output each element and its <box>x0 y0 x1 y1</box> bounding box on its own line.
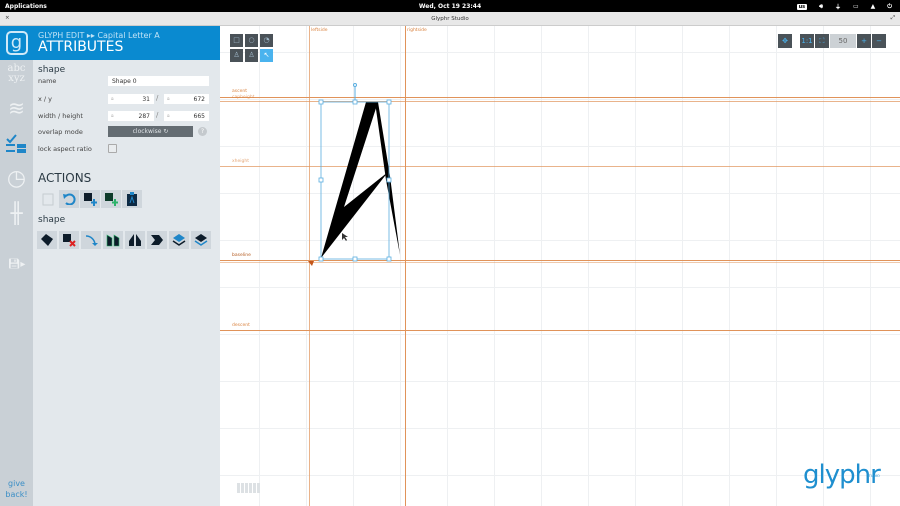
lock-aspect-ratio-checkbox[interactable] <box>108 144 117 153</box>
copy-shape-button[interactable] <box>37 231 57 249</box>
one-to-one-button[interactable]: 1:1 <box>800 34 814 48</box>
new-oval-tool[interactable]: ○ <box>245 34 258 47</box>
skew-button[interactable] <box>147 231 167 249</box>
move-up-layer-button[interactable] <box>169 231 189 249</box>
zoom-level-input[interactable]: 50 <box>830 34 856 48</box>
add-component-button[interactable] <box>101 190 121 208</box>
add-shape-button[interactable] <box>80 190 100 208</box>
mouse-cursor <box>342 233 348 241</box>
overlap-mode-button[interactable]: clockwise ↻ <box>108 126 193 137</box>
glyph-chooser-icon[interactable]: abc xyz <box>4 64 29 84</box>
attributes-icon[interactable] <box>4 131 29 159</box>
guides-icon[interactable]: ╫ <box>4 201 29 225</box>
add-point-tool[interactable]: ♙ <box>230 49 243 62</box>
glyphr-logo-button[interactable]: g <box>0 26 33 60</box>
lock-icon[interactable]: 🔒︎ <box>167 96 170 102</box>
delete-shape-button[interactable] <box>59 231 79 249</box>
lock-aspect-ratio-label: lock aspect ratio <box>38 145 92 153</box>
network-icon[interactable]: ⏚ <box>835 2 841 11</box>
rotate-handle <box>353 83 357 87</box>
brand-sub-text: STUDIO <box>866 474 880 478</box>
zoom-in-button[interactable]: + <box>857 34 871 48</box>
width-value: 287 <box>138 113 150 120</box>
origin-marker <box>308 261 314 266</box>
glyph-edit-canvas[interactable]: leftside rightside ascent capheight xhei… <box>220 26 900 506</box>
lock-icon[interactable]: 🔒︎ <box>167 113 170 119</box>
panel-header: GLYPH EDIT ▸▸ Capital Letter A ATTRIBUTE… <box>33 26 220 60</box>
y-value: 672 <box>193 96 205 103</box>
system-top-bar: Applications Wed, Oct 19 23:44 us 🔊︎ ⏚ ▭… <box>0 0 900 12</box>
glyphr-studio-logo: glyphr STUDIO <box>803 462 881 488</box>
maximize-icon[interactable]: ⤢ <box>891 15 895 22</box>
page-title: ATTRIBUTES <box>38 39 124 55</box>
notification-icon[interactable]: ▲ <box>871 3 876 10</box>
separator: / <box>156 94 159 102</box>
layers-icon[interactable]: ≋ <box>4 96 29 120</box>
pan-tool[interactable]: ✥ <box>778 34 792 48</box>
logo-glyph: g <box>5 31 28 55</box>
height-input[interactable]: 🔒︎ 665 <box>164 111 209 121</box>
save-icon[interactable]: 💾︎▸ <box>4 259 29 270</box>
zoom-out-button[interactable]: − <box>872 34 886 48</box>
keyboard-layout[interactable]: us <box>796 3 808 10</box>
name-label: name <box>38 77 57 85</box>
x-input[interactable]: 🔒︎ 31 <box>108 94 154 104</box>
lock-icon[interactable]: 🔒︎ <box>111 96 114 102</box>
x-value: 31 <box>142 96 150 103</box>
overlap-mode-label: overlap mode <box>38 128 83 136</box>
system-tray: us 🔊︎ ⏚ ▭ ▲ ⏻ <box>796 2 892 11</box>
battery-icon[interactable]: ▭ <box>853 3 859 10</box>
shape-section-title: shape <box>38 65 66 75</box>
paste-icon <box>38 190 58 208</box>
flip-vertical-button[interactable] <box>125 231 145 249</box>
width-height-label: width / height <box>38 112 83 120</box>
width-input[interactable]: 🔒︎ 287 <box>108 111 154 121</box>
new-path-tool[interactable]: ◔ <box>260 34 273 47</box>
clipboard-icon[interactable] <box>122 190 142 208</box>
flip-horizontal-button[interactable] <box>103 231 123 249</box>
name-input[interactable]: Shape 0 <box>108 76 209 86</box>
new-rectangle-tool[interactable]: □ <box>230 34 243 47</box>
give-back-link[interactable]: give back! <box>0 478 33 500</box>
keyboard-shortcuts-icon[interactable] <box>237 483 261 493</box>
shape-select-tool[interactable]: ↖ <box>260 49 273 62</box>
window-title: Glyphr Studio <box>431 16 469 22</box>
window-title-bar: × Glyphr Studio ⤢ <box>0 12 900 26</box>
height-value: 665 <box>193 113 205 120</box>
zoom-fit-button[interactable]: ⛶ <box>815 34 829 48</box>
path-edit-tool[interactable]: ♙ <box>245 49 258 62</box>
power-icon[interactable]: ⏻ <box>887 3 892 11</box>
history-icon[interactable]: ◷ <box>4 166 29 191</box>
actions-title: ACTIONS <box>38 171 92 185</box>
glyph-drawing <box>308 83 400 266</box>
navigation-sidebar: g abc xyz ≋ ◷ ╫ 💾︎▸ give back! <box>0 26 33 506</box>
clock[interactable]: Wed, Oct 19 23:44 <box>0 3 900 10</box>
volume-icon[interactable]: 🔊︎ <box>819 3 823 11</box>
separator: / <box>156 111 159 119</box>
lock-icon[interactable]: 🔒︎ <box>111 113 114 119</box>
y-input[interactable]: 🔒︎ 672 <box>164 94 209 104</box>
move-down-layer-button[interactable] <box>191 231 211 249</box>
shape-actions-title: shape <box>38 215 66 225</box>
reverse-winding-button[interactable] <box>81 231 101 249</box>
xy-label: x / y <box>38 95 53 103</box>
undo-button[interactable] <box>59 190 79 208</box>
help-icon[interactable]: ? <box>198 127 207 136</box>
attributes-panel: GLYPH EDIT ▸▸ Capital Letter A ATTRIBUTE… <box>33 26 220 506</box>
